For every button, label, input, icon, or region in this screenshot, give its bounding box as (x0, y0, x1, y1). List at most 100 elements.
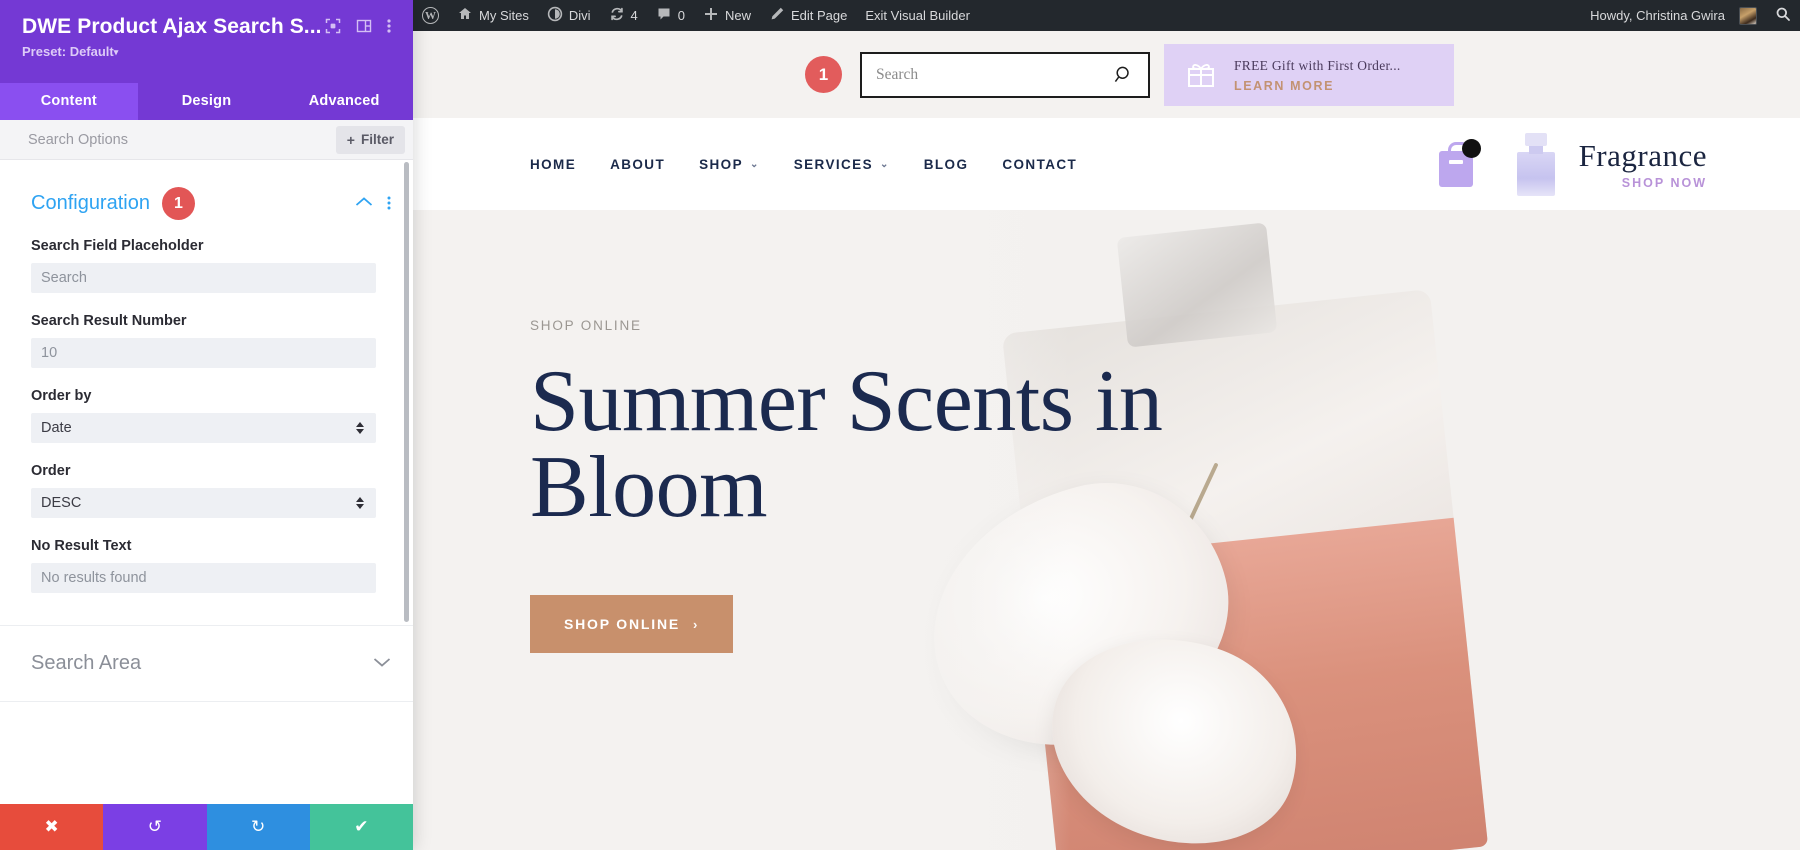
admin-bar-label: My Sites (479, 8, 529, 23)
house-icon (457, 6, 473, 25)
perfume-bottle-icon (1509, 132, 1563, 196)
order-value: DESC (41, 495, 82, 511)
screen-root: 1 Search FREE Gift with First Order... L… (0, 0, 1800, 850)
admin-bar-updates[interactable]: 4 (600, 0, 647, 31)
admin-bar-label: 0 (677, 8, 685, 23)
pencil-icon (769, 6, 785, 25)
admin-bar-right: Howdy, Christina Gwira (1581, 0, 1800, 31)
tab-design[interactable]: Design (138, 83, 276, 120)
search-icon[interactable] (1114, 65, 1134, 85)
howdy-label: Howdy, Christina Gwira (1590, 8, 1725, 23)
order-select[interactable]: DESC (31, 488, 376, 518)
admin-bar-label: New (724, 8, 751, 23)
section-step-badge: 1 (161, 187, 195, 220)
nav-label: SHOP (699, 156, 743, 172)
cart-badge-dot (1461, 139, 1481, 158)
brand-tagline[interactable]: SHOP NOW (1579, 176, 1707, 190)
save-button[interactable]: ✔ (309, 804, 413, 850)
site-search-input[interactable] (876, 65, 1114, 84)
field-label: Search Result Number (31, 313, 187, 329)
search-result-number-input[interactable] (31, 338, 376, 368)
admin-bar-label: Exit Visual Builder (865, 8, 970, 23)
brand-name: Fragrance (1578, 137, 1707, 173)
hero-cta-button[interactable]: SHOP ONLINE › (530, 595, 734, 654)
field-search-result-number: Search Result Number (0, 313, 413, 388)
settings-panel-header: DWE Product Ajax Search S... Preset: Def… (0, 0, 413, 83)
nav-item-home[interactable]: HOME (530, 157, 576, 172)
nav-item-shop[interactable]: SHOP ⌄ (699, 157, 760, 172)
field-label: Search Field Placeholder (31, 238, 204, 254)
hero-cta-label: SHOP ONLINE (564, 616, 681, 633)
field-order: Order DESC (0, 463, 413, 538)
preset-selector[interactable]: Preset: Default▾ (22, 44, 391, 59)
nav-item-blog[interactable]: BLOG (924, 157, 969, 172)
field-no-result-text: No Result Text (0, 538, 413, 613)
plus-icon: + (346, 131, 355, 148)
nav-item-about[interactable]: ABOUT (610, 157, 665, 172)
search-icon (1775, 6, 1791, 25)
order-by-select[interactable]: Date (31, 413, 376, 443)
free-gift-banner[interactable]: FREE Gift with First Order... LEARN MORE (1164, 44, 1454, 106)
search-options-input[interactable] (28, 131, 328, 148)
chevron-up-icon[interactable] (355, 195, 373, 213)
hero-section: SHOP ONLINE Summer Scents in Bloom SHOP … (413, 210, 1800, 850)
filter-button[interactable]: + Filter (335, 125, 405, 154)
redo-button[interactable]: ↻ (206, 804, 310, 850)
chevron-down-icon: ⌄ (749, 158, 760, 170)
wordpress-logo-icon: W (422, 7, 439, 24)
wordpress-admin-bar: W My Sites Divi 4 0 New Edit Page Exit V… (413, 0, 1800, 31)
primary-navigation: HOME ABOUT SHOP ⌄ SERVICES ⌄ BLOG CONTAC (530, 157, 1077, 172)
cart-button[interactable] (1435, 139, 1481, 189)
undo-button[interactable]: ↺ (103, 804, 207, 850)
settings-footer: ✖ ↺ ↻ ✔ (0, 804, 413, 850)
more-vertical-icon[interactable] (387, 18, 391, 34)
field-label: Order (31, 463, 71, 479)
gift-icon (1184, 56, 1218, 95)
stepper-arrows-icon (356, 422, 364, 434)
admin-bar-my-account[interactable]: Howdy, Christina Gwira (1581, 0, 1766, 31)
field-order-by: Order by Date (0, 388, 413, 463)
nav-label: BLOG (923, 156, 969, 172)
tab-content[interactable]: Content (0, 83, 138, 120)
hero-title: Summer Scents in Bloom (530, 353, 1163, 537)
admin-bar-new[interactable]: New (694, 0, 760, 31)
layout-columns-icon[interactable] (356, 18, 372, 34)
search-field-placeholder-input[interactable] (31, 263, 376, 293)
admin-bar-comments[interactable]: 0 (647, 0, 694, 31)
admin-bar-my-sites[interactable]: My Sites (448, 0, 538, 31)
nav-label: CONTACT (1002, 156, 1078, 172)
settings-panel-title: DWE Product Ajax Search S... (22, 15, 322, 38)
tab-advanced[interactable]: Advanced (275, 83, 413, 120)
panel-scrollbar[interactable] (404, 162, 409, 622)
field-search-field-placeholder: Search Field Placeholder (0, 238, 413, 313)
nav-item-services[interactable]: SERVICES ⌄ (794, 157, 890, 172)
admin-bar-search[interactable] (1766, 0, 1800, 31)
section-title: Search Area (31, 652, 142, 674)
nav-item-contact[interactable]: CONTACT (1002, 157, 1077, 172)
chevron-right-icon: › (693, 616, 700, 632)
admin-bar-label: Edit Page (791, 8, 848, 23)
filter-button-label: Filter (360, 132, 394, 147)
site-search-box[interactable] (860, 51, 1150, 98)
admin-bar-divi[interactable]: Divi (538, 0, 600, 31)
admin-bar-exit-visual-builder[interactable]: Exit Visual Builder (856, 0, 979, 31)
gift-banner-headline: FREE Gift with First Order... (1234, 57, 1401, 73)
focus-icon[interactable] (325, 18, 341, 34)
cancel-button[interactable]: ✖ (0, 804, 104, 850)
chevron-down-icon[interactable] (373, 655, 391, 673)
updates-icon (609, 6, 625, 25)
hero-eyebrow: SHOP ONLINE (530, 318, 642, 333)
gift-banner-cta[interactable]: LEARN MORE (1234, 79, 1401, 93)
more-vertical-icon[interactable] (387, 195, 391, 212)
settings-tabs: Content Design Advanced (0, 83, 413, 120)
no-result-text-input[interactable] (31, 563, 376, 593)
admin-bar-label: 4 (630, 8, 638, 23)
admin-bar-edit-page[interactable]: Edit Page (760, 0, 856, 31)
site-logo[interactable]: Fragrance SHOP NOW (1509, 132, 1707, 196)
section-search-area[interactable]: Search Area (0, 626, 413, 702)
wordpress-logo-menu[interactable]: W (413, 0, 448, 31)
site-preview: 1 Search FREE Gift with First Order... L… (413, 31, 1800, 850)
preset-label: Preset: Default (22, 44, 114, 59)
section-configuration-header[interactable]: Configuration 1 (0, 160, 413, 238)
avatar (1739, 6, 1757, 25)
